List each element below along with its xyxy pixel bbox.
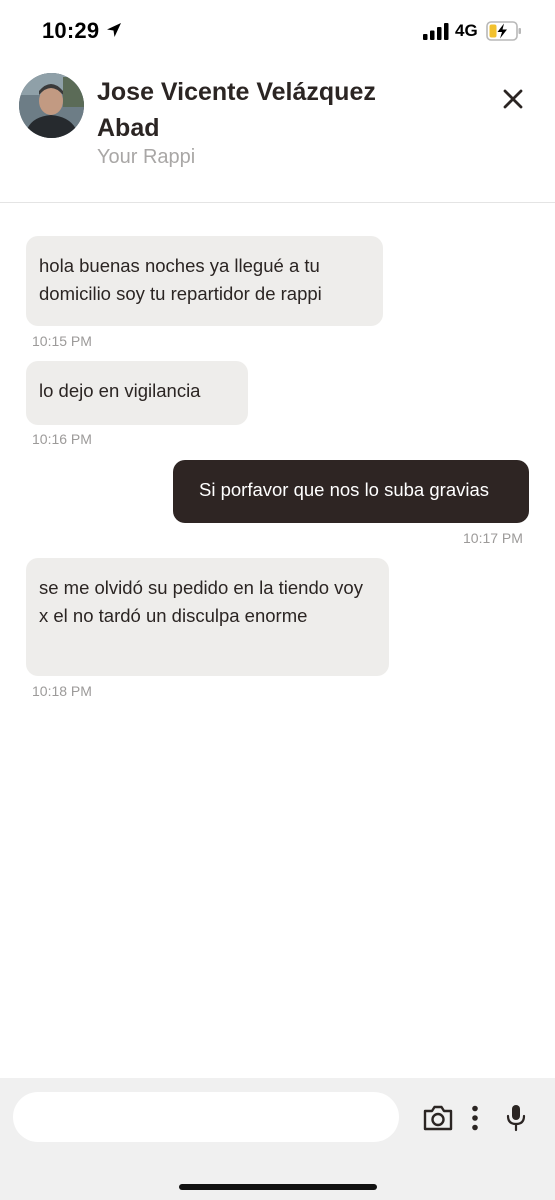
- contact-subtitle: Your Rappi: [97, 146, 196, 168]
- more-options-button[interactable]: [468, 1105, 482, 1131]
- message-bubble-incoming: se me olvidó su pedido en la tiendo voy …: [26, 558, 389, 676]
- cellular-signal-icon: [423, 23, 449, 40]
- battery-charging-icon: [486, 21, 522, 41]
- avatar: [19, 73, 84, 138]
- microphone-icon: [506, 1105, 526, 1132]
- message-list: hola buenas noches ya llegué a tu domici…: [0, 203, 555, 1078]
- message-timestamp: 10:17 PM: [463, 530, 523, 546]
- message-timestamp: 10:15 PM: [32, 333, 92, 349]
- chat-header: Jose Vicente Velázquez Abad Your Rappi: [0, 62, 555, 203]
- message-input[interactable]: [13, 1092, 399, 1142]
- message-bubble-incoming: lo dejo en vigilancia: [26, 361, 248, 425]
- camera-button[interactable]: [422, 1104, 454, 1132]
- home-indicator: [179, 1184, 377, 1190]
- status-bar: 10:29 4G: [0, 0, 555, 62]
- contact-name: Jose Vicente Velázquez Abad: [97, 78, 376, 142]
- camera-icon: [423, 1105, 453, 1131]
- voice-message-button[interactable]: [505, 1104, 527, 1132]
- more-vertical-icon: [472, 1105, 478, 1131]
- message-timestamp: 10:16 PM: [32, 431, 92, 447]
- close-icon: [503, 89, 523, 109]
- message-composer: [0, 1078, 555, 1200]
- message-bubble-outgoing: Si porfavor que nos lo suba gravias: [173, 460, 529, 523]
- chat-screen: 10:29 4G Jose Vicente Velázquez Abad You…: [0, 0, 555, 1200]
- message-bubble-incoming: hola buenas noches ya llegué a tu domici…: [26, 236, 383, 326]
- message-timestamp: 10:18 PM: [32, 683, 92, 699]
- location-arrow-icon: [106, 22, 122, 38]
- status-time: 10:29: [42, 18, 100, 43]
- close-button[interactable]: [498, 84, 528, 114]
- network-type-label: 4G: [455, 21, 478, 40]
